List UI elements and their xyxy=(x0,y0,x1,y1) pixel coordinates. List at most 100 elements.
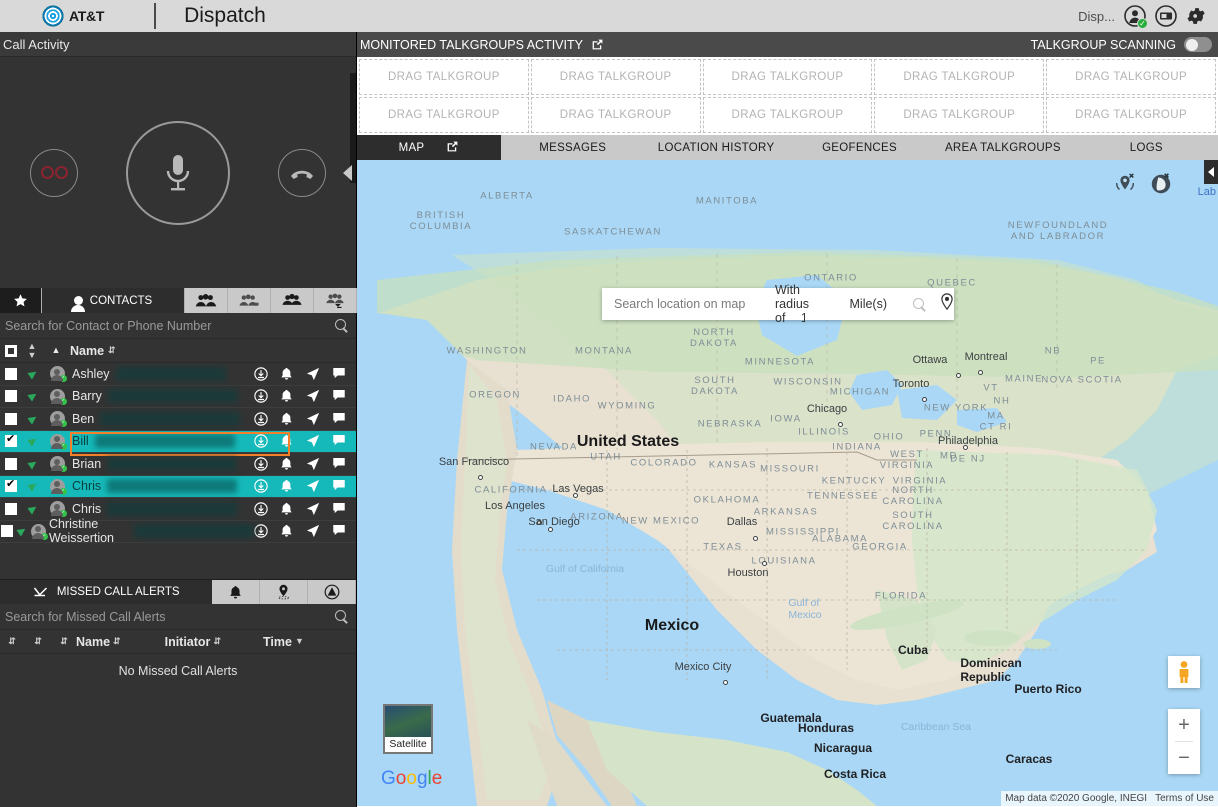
zoom-out-button[interactable]: − xyxy=(1168,742,1200,774)
message-icon[interactable] xyxy=(332,434,346,448)
sidebar-tab-group-call[interactable] xyxy=(228,288,271,313)
tab-locations[interactable] xyxy=(260,580,309,604)
message-icon[interactable] xyxy=(332,479,346,493)
sort-initiator[interactable]: ⇵ xyxy=(213,637,221,646)
locate-arrow-icon[interactable] xyxy=(306,367,320,381)
sort-presence[interactable]: ▲ ▼ xyxy=(22,341,42,360)
sort-name[interactable]: ⇵ xyxy=(113,637,121,646)
alert-bell-icon[interactable] xyxy=(280,434,294,448)
table-row[interactable]: ✓ Ashley xyxy=(0,363,356,386)
message-icon[interactable] xyxy=(332,389,346,403)
locate-arrow-icon[interactable] xyxy=(306,457,320,471)
map-view[interactable]: With radius of Mile(s) Lab xyxy=(357,160,1218,806)
collapse-panel-arrow[interactable] xyxy=(343,164,352,181)
alert-bell-icon[interactable] xyxy=(280,502,294,516)
row-checkbox[interactable] xyxy=(5,478,17,493)
contacts-list[interactable]: ✓Ashley✓Barry✓Ben✓Bill✓Brian✓Chris✓Chris… xyxy=(0,363,356,579)
external-link-icon[interactable] xyxy=(446,140,459,156)
alert-bell-icon[interactable] xyxy=(280,457,294,471)
table-row[interactable]: ✓ Chris xyxy=(0,475,356,498)
row-checkbox[interactable] xyxy=(5,502,17,515)
talkgroup-drop-slot[interactable]: DRAG TALKGROUP xyxy=(359,97,529,133)
tab-map[interactable]: MAP xyxy=(357,135,501,160)
row-checkbox[interactable] xyxy=(5,390,17,403)
terms-of-use-link[interactable]: Terms of Use xyxy=(1155,793,1214,804)
row-checkbox[interactable] xyxy=(5,367,17,380)
message-icon[interactable] xyxy=(332,457,346,471)
locate-arrow-icon[interactable] xyxy=(306,412,320,426)
zoom-in-button[interactable]: + xyxy=(1168,709,1200,741)
sidebar-tab-dynamic-group[interactable] xyxy=(271,288,314,313)
talkgroup-scanning-toggle[interactable] xyxy=(1184,37,1212,52)
table-row[interactable]: ✓ Christine Weissertion xyxy=(0,517,356,545)
clear-geofence-icon[interactable] xyxy=(1149,172,1173,201)
message-icon[interactable] xyxy=(332,502,346,516)
ptt-download-icon[interactable] xyxy=(254,457,268,471)
sort-col-1[interactable]: ⇵ xyxy=(0,637,24,646)
external-link-icon[interactable] xyxy=(591,38,604,51)
table-row[interactable]: ✓ Brian xyxy=(0,453,356,476)
talkgroup-drop-slot[interactable]: DRAG TALKGROUP xyxy=(530,97,701,133)
ptt-download-icon[interactable] xyxy=(254,479,268,493)
basemap-toggle-button[interactable]: Satellite xyxy=(383,704,433,754)
sidebar-tab-group-download[interactable] xyxy=(314,288,357,313)
talkgroup-drop-slot[interactable]: DRAG TALKGROUP xyxy=(874,59,1045,95)
table-row[interactable]: ✓ Ben xyxy=(0,408,356,431)
message-icon[interactable] xyxy=(332,412,346,426)
missed-calls-search-input[interactable] xyxy=(5,609,335,624)
ptt-download-icon[interactable] xyxy=(254,367,268,381)
talkgroup-drop-slot[interactable]: DRAG TALKGROUP xyxy=(530,59,701,95)
search-input[interactable] xyxy=(5,318,335,333)
search-icon[interactable] xyxy=(335,610,348,623)
select-all-checkbox[interactable] xyxy=(5,344,17,357)
alert-bell-icon[interactable] xyxy=(280,412,294,426)
row-checkbox[interactable] xyxy=(5,433,17,448)
alert-bell-icon[interactable] xyxy=(280,524,294,538)
clear-pins-icon[interactable] xyxy=(1113,172,1137,201)
search-icon[interactable] xyxy=(335,319,348,332)
talkgroup-drop-slot[interactable]: DRAG TALKGROUP xyxy=(702,59,873,95)
street-view-pegman[interactable] xyxy=(1168,656,1200,688)
tab-area-talkgroups[interactable]: AREA TALKGROUPS xyxy=(931,135,1074,160)
ptt-download-icon[interactable] xyxy=(254,502,268,516)
sidebar-tab-favorites[interactable] xyxy=(0,288,42,313)
ptt-microphone-button[interactable] xyxy=(126,120,230,225)
table-row[interactable]: ✓ Bill xyxy=(0,430,356,455)
tab-logs[interactable]: LOGS xyxy=(1075,135,1218,160)
talkgroup-drop-slot[interactable]: DRAG TALKGROUP xyxy=(1046,97,1216,133)
row-checkbox[interactable] xyxy=(5,457,17,470)
locate-arrow-icon[interactable] xyxy=(306,434,320,448)
ptt-download-icon[interactable] xyxy=(254,434,268,448)
sort-time[interactable]: ▼ xyxy=(295,637,304,646)
ptt-download-icon[interactable] xyxy=(254,389,268,403)
tab-geofences[interactable]: GEOFENCES xyxy=(788,135,931,160)
ptt-download-icon[interactable] xyxy=(254,412,268,426)
radius-input[interactable] xyxy=(788,311,805,325)
talkgroup-drop-slot[interactable]: DRAG TALKGROUP xyxy=(702,97,873,133)
alert-bell-icon[interactable] xyxy=(280,367,294,381)
locate-arrow-icon[interactable] xyxy=(306,524,320,538)
user-status-icon[interactable]: ✓ xyxy=(1124,5,1148,29)
sidebar-tab-talkgroups[interactable] xyxy=(185,288,228,313)
tab-location-history[interactable]: LOCATION HISTORY xyxy=(644,135,787,160)
sort-avatar[interactable]: ▲ xyxy=(42,346,70,355)
sidebar-tab-contacts[interactable]: CONTACTS xyxy=(42,288,185,313)
gear-icon[interactable] xyxy=(1186,5,1208,27)
end-call-icon[interactable] xyxy=(278,148,326,197)
sort-col-2[interactable]: ⇵ xyxy=(24,637,52,646)
row-checkbox[interactable] xyxy=(5,412,17,425)
message-icon[interactable] xyxy=(332,367,346,381)
talkgroup-drop-slot[interactable]: DRAG TALKGROUP xyxy=(1046,59,1216,95)
map-pin-icon[interactable] xyxy=(940,293,954,315)
sort-name[interactable]: ⇵ xyxy=(108,346,116,355)
alert-bell-icon[interactable] xyxy=(280,389,294,403)
message-icon[interactable] xyxy=(332,524,346,538)
alert-bell-icon[interactable] xyxy=(280,479,294,493)
ptt-download-icon[interactable] xyxy=(254,524,268,538)
tab-emergency[interactable] xyxy=(308,580,357,604)
map-search-icon[interactable] xyxy=(913,297,926,311)
locate-arrow-icon[interactable] xyxy=(306,389,320,403)
tab-alerts[interactable] xyxy=(212,580,261,604)
voicemail-icon[interactable] xyxy=(30,148,78,197)
tab-messages[interactable]: MESSAGES xyxy=(501,135,644,160)
